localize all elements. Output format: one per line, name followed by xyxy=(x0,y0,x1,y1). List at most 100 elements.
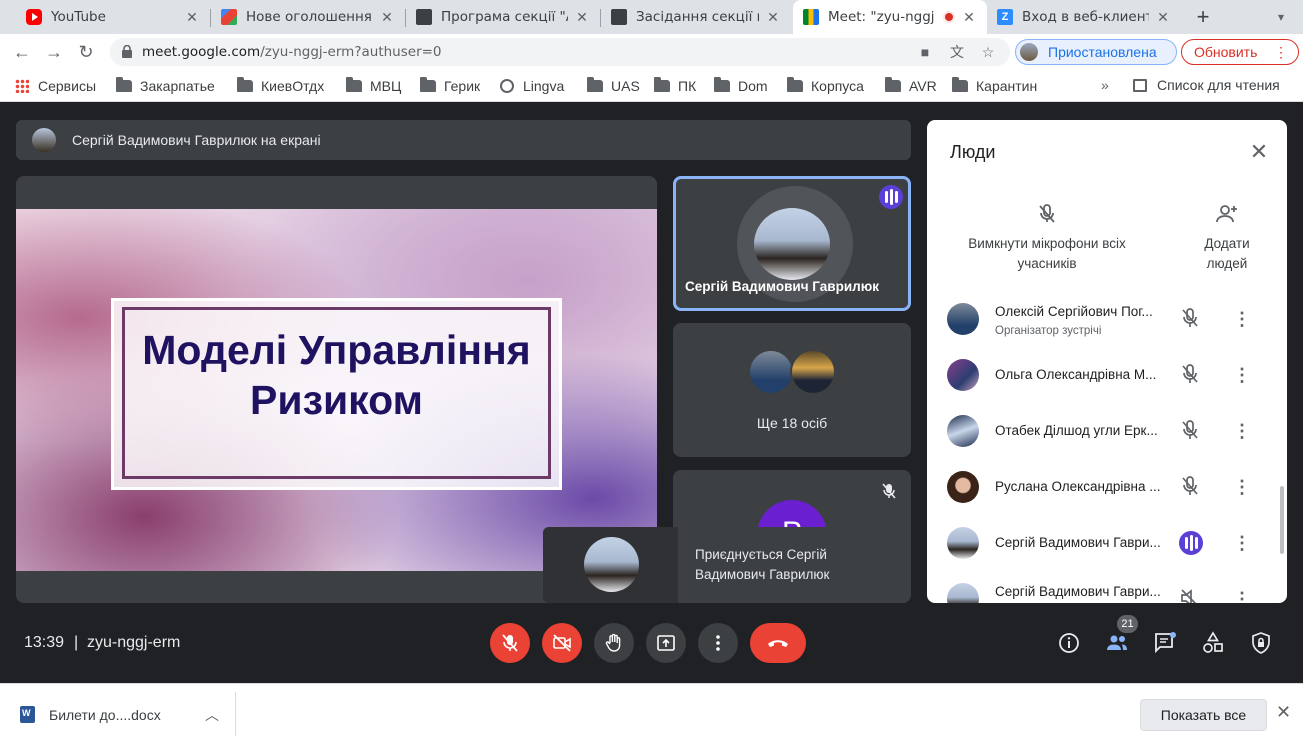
close-icon[interactable]: ✕ xyxy=(379,9,395,25)
reading-list-button[interactable]: Список для чтения xyxy=(1133,77,1280,93)
camera-blocked-icon[interactable]: ■ xyxy=(916,43,934,61)
panel-scrollbar[interactable] xyxy=(1280,486,1284,554)
participant-row[interactable]: Сергій Вадимович Гаври... ⋮ xyxy=(927,515,1287,571)
close-icon[interactable]: ✕ xyxy=(1155,9,1171,25)
bookmark-folder[interactable]: UAS xyxy=(587,77,640,95)
more-options-icon[interactable]: ⋮ xyxy=(1233,364,1251,386)
update-button[interactable]: Обновить ⋮ xyxy=(1181,39,1299,65)
meet-area: Сергій Вадимович Гаврилюк на екрані Моде… xyxy=(0,103,1303,683)
close-panel-icon[interactable]: ✕ xyxy=(1247,140,1271,164)
bookmark-label: Карантин xyxy=(976,78,1038,94)
new-tab-button[interactable]: + xyxy=(1192,4,1214,30)
reload-button[interactable]: ↻ xyxy=(74,40,98,64)
participant-row[interactable]: Отабек Ділшод угли Ерк... ⋮ xyxy=(927,403,1287,459)
close-icon[interactable]: ✕ xyxy=(574,9,590,25)
bookmark-label: Закарпатье xyxy=(140,78,215,94)
show-all-button[interactable]: Показать все xyxy=(1140,699,1267,731)
chevron-up-icon[interactable]: ︿ xyxy=(205,705,219,725)
back-button[interactable]: ← xyxy=(10,40,34,64)
tab-gmail[interactable]: Нове оголошення ✕ xyxy=(211,0,405,34)
panel-title: Люди xyxy=(950,142,996,162)
bookmark-folder[interactable]: МВЦ xyxy=(346,77,401,95)
download-item[interactable]: Билети до....docx xyxy=(20,706,161,723)
bookmark-folder[interactable]: Dom xyxy=(714,77,768,95)
folder-icon xyxy=(346,77,362,92)
speaking-indicator-icon xyxy=(1179,531,1203,555)
bookmark-folder[interactable]: Корпуса xyxy=(787,77,864,95)
people-icon[interactable] xyxy=(1105,631,1129,655)
tab-program[interactable]: Програма секції "А ✕ xyxy=(406,0,600,34)
tab-session[interactable]: Засідання секції ко ✕ xyxy=(601,0,791,34)
call-end-icon xyxy=(768,640,788,647)
profile-paused-button[interactable]: Приостановлена xyxy=(1015,39,1177,65)
bookmarks-bar: Сервисы Закарпатье КиевОтдх МВЦ Герик Li… xyxy=(0,70,1303,102)
url-host: meet.google.com xyxy=(142,44,261,60)
classroom-icon xyxy=(611,9,627,25)
mic-toggle-button[interactable] xyxy=(490,623,530,663)
tab-zoom[interactable]: Z Вход в веб-клиент ✕ xyxy=(987,0,1181,34)
bookmark-folder[interactable]: Закарпатье xyxy=(116,77,215,95)
tab-strip: YouTube ✕ Нове оголошення ✕ Програма сек… xyxy=(0,0,1303,34)
more-options-icon[interactable]: ⋮ xyxy=(1233,308,1251,330)
more-options-icon[interactable]: ⋮ xyxy=(1233,588,1251,603)
bookmark-folder[interactable]: AVR xyxy=(885,77,937,95)
lock-icon xyxy=(122,45,132,58)
participant-row[interactable]: Сергій Вадимович Гаври... ⋮ xyxy=(927,571,1287,603)
tab-search-icon[interactable]: ▾ xyxy=(1272,8,1290,26)
bookmark-label: Сервисы xyxy=(38,78,97,94)
participant-tile-others[interactable]: Ще 18 осіб xyxy=(673,323,911,457)
more-options-icon[interactable]: ⋮ xyxy=(1233,476,1251,498)
raise-hand-button[interactable] xyxy=(594,623,634,663)
folder-icon xyxy=(587,77,603,92)
slide-title: Моделі Управління Ризиком xyxy=(114,325,559,425)
close-icon[interactable]: ✕ xyxy=(184,9,200,25)
tab-title: Meet: "zyu-nggj xyxy=(828,9,935,25)
recording-icon xyxy=(943,11,955,23)
bookmark-label: КиевОтдх xyxy=(261,78,325,94)
close-icon[interactable]: ✕ xyxy=(765,9,781,25)
close-icon[interactable]: ✕ xyxy=(961,9,977,25)
participant-row[interactable]: Руслана Олександрівна ... ⋮ xyxy=(927,459,1287,515)
forward-button[interactable]: → xyxy=(42,40,66,64)
leave-call-button[interactable] xyxy=(750,623,806,663)
participant-avatar xyxy=(947,359,979,391)
tab-meet[interactable]: Meet: "zyu-nggj ✕ xyxy=(793,0,987,34)
more-options-icon[interactable]: ⋮ xyxy=(1233,532,1251,554)
more-vert-icon: ⋮ xyxy=(1274,44,1288,60)
participant-avatar xyxy=(947,527,979,559)
join-notification: Приєднується Сергій Вадимович Гаврилюк xyxy=(543,527,902,603)
participant-avatar xyxy=(584,537,639,592)
chat-icon[interactable] xyxy=(1153,631,1177,655)
more-options-icon[interactable]: ⋮ xyxy=(1233,420,1251,442)
activities-icon[interactable] xyxy=(1201,631,1225,655)
close-icon[interactable]: ✕ xyxy=(1276,702,1294,724)
address-bar[interactable]: meet.google.com/zyu-nggj-erm?authuser=0 … xyxy=(110,38,1010,66)
bookmark-link[interactable]: Lingva xyxy=(500,77,564,95)
folder-icon xyxy=(654,77,670,92)
add-people-label: Додати xyxy=(1204,236,1250,251)
present-now-button[interactable] xyxy=(646,623,686,663)
bookmark-star-icon[interactable]: ☆ xyxy=(979,43,997,61)
participant-tile-speaking[interactable]: Сергій Вадимович Гаврилюк xyxy=(673,176,911,311)
bookmark-folder[interactable]: Герик xyxy=(420,77,480,95)
more-bookmarks-button[interactable]: » xyxy=(1101,77,1109,93)
participant-count-badge: 21 xyxy=(1117,615,1138,633)
bookmark-folder[interactable]: Карантин xyxy=(952,77,1037,95)
classroom-icon xyxy=(416,9,432,25)
bookmark-apps[interactable]: Сервисы xyxy=(15,77,96,95)
participant-row[interactable]: Ольга Олександрівна М... ⋮ xyxy=(927,347,1287,403)
add-people-button[interactable]: Додати людей xyxy=(1189,202,1265,274)
participant-role: Організатор зустрічі xyxy=(995,325,1102,337)
mute-all-label: учасників xyxy=(1017,256,1077,271)
bookmark-folder[interactable]: ПК xyxy=(654,77,696,95)
mute-all-button[interactable]: Вимкнути мікрофони всіх учасників xyxy=(961,202,1133,274)
more-options-button[interactable] xyxy=(698,623,738,663)
translate-icon[interactable]: 文 xyxy=(948,43,966,61)
host-controls-icon[interactable] xyxy=(1249,631,1273,655)
bookmark-folder[interactable]: КиевОтдх xyxy=(237,77,324,95)
meeting-details-icon[interactable] xyxy=(1057,631,1081,655)
participant-row[interactable]: Олексій Сергійович Пог... Організатор зу… xyxy=(927,291,1287,347)
camera-toggle-button[interactable] xyxy=(542,623,582,663)
speaking-indicator-icon xyxy=(879,185,903,209)
tab-youtube[interactable]: YouTube ✕ xyxy=(16,0,210,34)
